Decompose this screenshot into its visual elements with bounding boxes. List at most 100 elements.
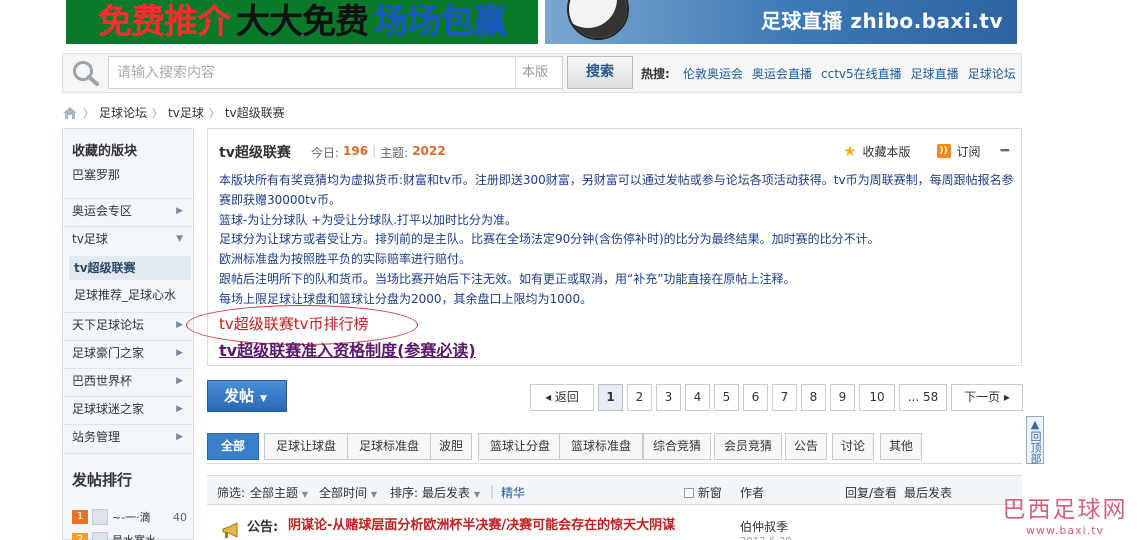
sidebar-item-olympics[interactable]: 奥运会专区 ▶ <box>63 198 193 224</box>
page-button[interactable]: 8 <box>801 384 826 411</box>
tab-football-handicap[interactable]: 足球让球盘 <box>264 433 348 460</box>
sort-value: 最后发表 <box>422 486 471 500</box>
page-button[interactable]: 3 <box>656 384 681 411</box>
back-button[interactable]: ◂ 返回 <box>530 384 594 411</box>
search-button[interactable]: 搜索 <box>567 56 633 89</box>
back-label: 返回 <box>554 390 579 404</box>
table-row[interactable]: 公告: 阴谋论-从赌球层面分析欧洲杯半决赛/决赛可能会存在的惊天大阴谋 伯仲叔季… <box>207 510 1022 540</box>
divider: | <box>490 484 495 498</box>
forum-actions: ★ 收藏本版 )) 订阅 ━ <box>843 142 1009 160</box>
sidebar-sub-recommend[interactable]: 足球推荐_足球心水 <box>69 283 191 307</box>
page-button[interactable]: 2 <box>627 384 652 411</box>
hot-link[interactable]: 伦敦奥运会 <box>683 65 743 82</box>
sidebar-item-site-admin[interactable]: 站务管理 ▶ <box>63 424 193 450</box>
breadcrumb: 〉 足球论坛 〉 tv足球 〉 tv超级联赛 <box>62 104 285 121</box>
thread-date: 2012-6-29 <box>740 536 792 540</box>
rank-row[interactable]: 1 ~-一·滴 40 <box>72 508 187 526</box>
tab-discussion[interactable]: 讨论 <box>832 433 874 460</box>
tab-basketball-standard[interactable]: 篮球标准盘 <box>559 433 643 460</box>
thread-author[interactable]: 伯仲叔季 <box>740 518 788 535</box>
sidebar-item-brazil-wc[interactable]: 巴西世界杯 ▶ <box>63 368 193 394</box>
search-bar: 本版 搜索 热搜: 伦敦奥运会 奥运会直播 cctv5在线直播 足球直播 足球论… <box>62 53 1022 93</box>
favorite-forum-link[interactable]: 收藏本版 <box>863 143 911 160</box>
ad-banner-right[interactable]: 足球直播 zhibo.baxi.tv <box>545 0 1017 44</box>
filter-time-dropdown[interactable]: 全部时间 ▼ <box>319 484 377 501</box>
banner-text-1: 免费推介 <box>98 2 231 42</box>
back-to-top-button[interactable]: ▲ 回顶部 <box>1026 416 1044 464</box>
hot-link[interactable]: 足球论坛 <box>968 65 1016 82</box>
sidebar-item-giants[interactable]: 足球豪门之家 ▶ <box>63 340 193 366</box>
search-input[interactable] <box>108 56 563 89</box>
caret-down-icon: ▼ <box>370 490 377 499</box>
divider: | <box>372 144 377 158</box>
rss-icon: )) <box>936 144 951 158</box>
chevron-right-icon: ▶ <box>176 348 183 358</box>
sidebar-fav-title: 收藏的版块 <box>72 144 138 159</box>
watermark-title: 巴西足球网 <box>1002 497 1128 523</box>
divider <box>63 453 193 454</box>
rank-row[interactable]: 2 是水寒水 <box>72 531 187 540</box>
tab-announcement[interactable]: 公告 <box>785 433 827 460</box>
hot-link[interactable]: 足球直播 <box>911 65 959 82</box>
rank-number: 1 <box>72 510 88 524</box>
ad-banner-left[interactable]: 免费推介 大大免费 场场包赢 <box>66 0 538 44</box>
hot-link[interactable]: 奥运会直播 <box>752 65 812 82</box>
page-button[interactable]: 5 <box>714 384 739 411</box>
hot-link[interactable]: cctv5在线直播 <box>821 65 902 82</box>
home-icon[interactable] <box>62 106 78 120</box>
collapse-icon[interactable]: ━ <box>1001 143 1009 159</box>
caret-down-icon: ▼ <box>301 490 308 499</box>
breadcrumb-item[interactable]: tv足球 <box>168 104 204 121</box>
new-window-toggle[interactable]: 新窗 <box>684 484 722 501</box>
tab-correct-score[interactable]: 波胆 <box>430 433 472 460</box>
topics-count: 2022 <box>412 144 446 158</box>
filter-topics-dropdown[interactable]: 全部主题 ▼ <box>250 484 308 501</box>
next-page-button[interactable]: 下一页 ▸ <box>951 384 1023 411</box>
sidebar-item-forum[interactable]: 天下足球论坛 ▶ <box>63 312 193 338</box>
new-post-button[interactable]: 发帖 ▼ <box>207 380 287 412</box>
last-post-column: 最后发表 <box>904 486 953 500</box>
sidebar-item-label: 足球豪门之家 <box>72 346 145 360</box>
page-button[interactable]: 4 <box>685 384 710 411</box>
sidebar-item-fans[interactable]: 足球球迷之家 ▶ <box>63 396 193 422</box>
page-button[interactable]: 9 <box>830 384 855 411</box>
thread-type-tabs: 全部 足球让球盘 足球标准盘 波胆 篮球让分盘 篮球标准盘 综合竞猜 会员竞猜 … <box>207 433 1022 464</box>
tab-member-guess[interactable]: 会员竞猜 <box>714 433 782 460</box>
breadcrumb-item[interactable]: 足球论坛 <box>99 104 147 121</box>
chevron-right-icon: 〉 <box>208 106 220 120</box>
thread-title-link[interactable]: 阴谋论-从赌球层面分析欧洲杯半决赛/决赛可能会存在的惊天大阴谋 <box>288 516 728 536</box>
chevron-right-icon: 〉 <box>83 106 94 120</box>
digest-filter[interactable]: 精华 <box>501 484 525 501</box>
chevron-right-icon: ▸ <box>1003 390 1010 404</box>
tab-all[interactable]: 全部 <box>207 433 259 460</box>
rule-line: 篮球-为让分球队 +为受让分球队.打平以加时比分为准。 <box>219 212 518 227</box>
banner-right-text: 足球直播 zhibo.baxi.tv <box>760 9 1003 33</box>
tab-basketball-handicap[interactable]: 篮球让分盘 <box>478 433 562 460</box>
tab-other[interactable]: 其他 <box>880 433 922 460</box>
sidebar-sub-tv-league[interactable]: tv超级联赛 <box>69 256 191 280</box>
page-button[interactable]: 10 <box>859 384 895 411</box>
tab-football-standard[interactable]: 足球标准盘 <box>347 433 431 460</box>
qualification-rules-link[interactable]: tv超级联赛准入资格制度(参赛必读) <box>219 337 476 361</box>
sidebar-item-tv-football[interactable]: tv足球 ▼ <box>63 226 193 252</box>
breadcrumb-item[interactable]: tv超级联赛 <box>225 104 285 121</box>
site-watermark: 巴西足球网 www.baxi.tv <box>1000 496 1130 538</box>
sidebar-fav-item[interactable]: 巴塞罗那 <box>72 166 120 183</box>
subscribe-link[interactable]: 订阅 <box>957 143 981 160</box>
last-page-button[interactable]: ... 58 <box>899 384 947 411</box>
checkbox[interactable] <box>684 488 694 498</box>
page-button[interactable]: 7 <box>772 384 797 411</box>
chevron-right-icon: 〉 <box>152 106 164 120</box>
rank-user: ~-一·滴 <box>112 511 151 524</box>
sort-dropdown[interactable]: 最后发表 ▼ <box>422 484 480 501</box>
rule-line: 本版块所有有奖竟猜均为虚拟货币:财富和tv币。注册即送300财富，另财富可以通过… <box>219 173 1014 207</box>
tab-general-guess[interactable]: 综合竞猜 <box>643 433 711 460</box>
page-button[interactable]: 6 <box>743 384 768 411</box>
chevron-right-icon: ▶ <box>176 376 183 386</box>
new-post-label: 发帖 <box>224 387 255 405</box>
ranking-link[interactable]: tv超级联赛tv币排行榜 <box>219 313 369 334</box>
search-type-select[interactable]: 本版 <box>515 56 567 89</box>
caret-down-icon: ▼ <box>473 490 480 499</box>
page-button-current[interactable]: 1 <box>598 384 623 411</box>
chevron-right-icon: ▶ <box>176 320 183 330</box>
